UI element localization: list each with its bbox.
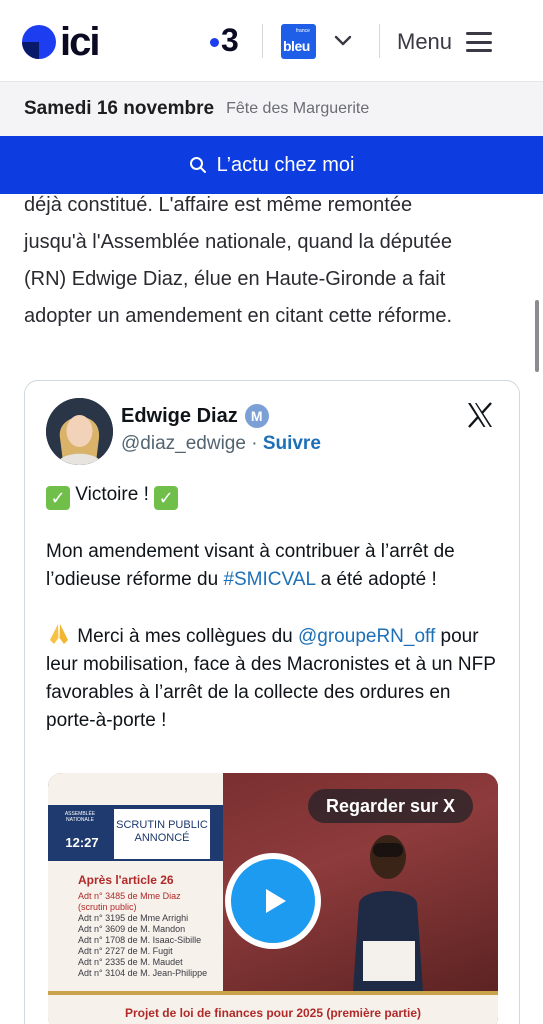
tweet-paragraph: ✓ Victoire ! ✓ (46, 481, 502, 510)
amendment-item: Adt n° 2335 de M. Maudet (78, 957, 183, 967)
avatar[interactable] (46, 398, 113, 465)
france-bleu-small-text: france (296, 28, 310, 34)
hashtag-link[interactable]: #SMICVAL (223, 569, 315, 590)
embedded-tweet[interactable]: Edwige Diaz M @diaz_edwige · Suivre ✓ Vi… (24, 380, 520, 1024)
tweet-author-name[interactable]: Edwige Diaz M (121, 404, 269, 428)
chevron-down-icon[interactable] (331, 28, 355, 52)
article-line: jusqu'à l'Assemblée nationale, quand la … (24, 231, 452, 253)
amendment-item: Adt n° 1708 de M. Isaac-Sibille (78, 935, 202, 945)
article-body: déjà constitué. L'affaire est même remon… (24, 194, 524, 335)
france3-logo[interactable]: 3 (210, 22, 239, 58)
current-date: Samedi 16 novembre (24, 98, 215, 119)
france-bleu-text: bleu (283, 38, 310, 54)
mention-link[interactable]: @groupeRN_off (298, 626, 435, 647)
article-paragraph: déjà constitué. L'affaire est même remon… (24, 187, 524, 335)
tweet-text-segment: Merci à mes collègues du (72, 626, 298, 647)
article-line: déjà constitué. L'affaire est même remon… (24, 194, 413, 216)
vote-time: 12:27 (65, 835, 99, 850)
avatar-photo (46, 398, 113, 465)
france-bleu-logo[interactable]: france bleu (281, 24, 316, 59)
praying-hands-emoji (50, 624, 68, 644)
search-icon (189, 157, 206, 173)
tweet-handle-line: @diaz_edwige · Suivre (121, 433, 321, 455)
amendment-item: (scrutin public) (78, 902, 137, 912)
france3-dot (210, 37, 219, 47)
article-line: (RN) Edwige Diaz, élue en Haute-Gironde … (24, 268, 446, 290)
x-logo-icon[interactable] (465, 400, 495, 430)
header-divider (262, 24, 263, 58)
local-news-button[interactable]: L’actu chez moi (0, 136, 543, 194)
tweet-paragraph: Mon amendement visant à contribuer à l’a… (46, 538, 502, 594)
date-bar: Samedi 16 novembre Fête des Marguerite (0, 82, 543, 136)
tweet-victory-text: Victoire ! (75, 484, 149, 505)
follow-button[interactable]: Suivre (263, 433, 321, 454)
article-line: adopter un amendement en citant cette ré… (24, 305, 453, 327)
france3-number: 3 (221, 22, 239, 58)
scrutin-label: SCRUTIN PUBLIC ANNONCÉ (114, 809, 210, 859)
play-icon (266, 889, 286, 913)
check-mark-emoji: ✓ (46, 486, 70, 510)
video-caption-bar: Projet de loi de finances pour 2025 (pre… (48, 991, 498, 1024)
menu-label: Menu (397, 29, 453, 54)
author-name-text: Edwige Diaz (121, 404, 238, 427)
handle-separator: · (245, 433, 263, 454)
tweet-paragraph: Merci à mes collègues du @groupeRN_off p… (46, 622, 502, 735)
amendment-item: Adt n° 3485 de Mme Diaz (78, 891, 181, 901)
header-divider (379, 24, 380, 58)
after-article-label: Après l'article 26 (78, 873, 174, 887)
tweet-text: ✓ Victoire ! ✓ Mon amendement visant à c… (46, 481, 502, 763)
ici-logo-mark (22, 25, 56, 59)
speaker-figure (353, 835, 423, 991)
amendment-item: Adt n° 2727 de M. Fugit (78, 946, 173, 956)
author-handle[interactable]: @diaz_edwige (121, 433, 246, 454)
amendment-list: Adt n° 3485 de Mme Diaz (scrutin public)… (78, 891, 207, 979)
amendment-item: Adt n° 3104 de M. Jean-Philippe (78, 968, 208, 978)
scrollbar-thumb[interactable] (535, 300, 539, 372)
saint-of-day: Fête des Marguerite (226, 100, 370, 117)
amendment-item: Adt n° 3609 de M. Mandon (78, 924, 186, 934)
local-news-label: L’actu chez moi (216, 153, 355, 176)
amendment-item: Adt n° 3195 de Mme Arrighi (78, 913, 189, 923)
verified-badge-icon: M (244, 404, 269, 428)
check-mark-emoji: ✓ (154, 486, 179, 510)
ici-logo-text: ici (60, 20, 101, 64)
vote-info-panel: ASSEMBLÉE NATIONALE 12:27 SCRUTIN PUBLIC… (48, 773, 223, 1024)
watch-on-x-button[interactable]: Regarder sur X (308, 789, 474, 823)
tweet-video[interactable]: ASSEMBLÉE NATIONALE 12:27 SCRUTIN PUBLIC… (48, 773, 498, 1024)
ici-logo[interactable]: ici (22, 20, 101, 64)
play-button[interactable] (225, 853, 321, 949)
play-button-inner (231, 859, 315, 943)
hamburger-icon (466, 32, 493, 52)
menu-button[interactable]: Menu (397, 29, 493, 55)
tweet-text-segment: a été adopté ! (315, 569, 437, 590)
site-header: ici 3 france bleu Menu (0, 0, 543, 82)
